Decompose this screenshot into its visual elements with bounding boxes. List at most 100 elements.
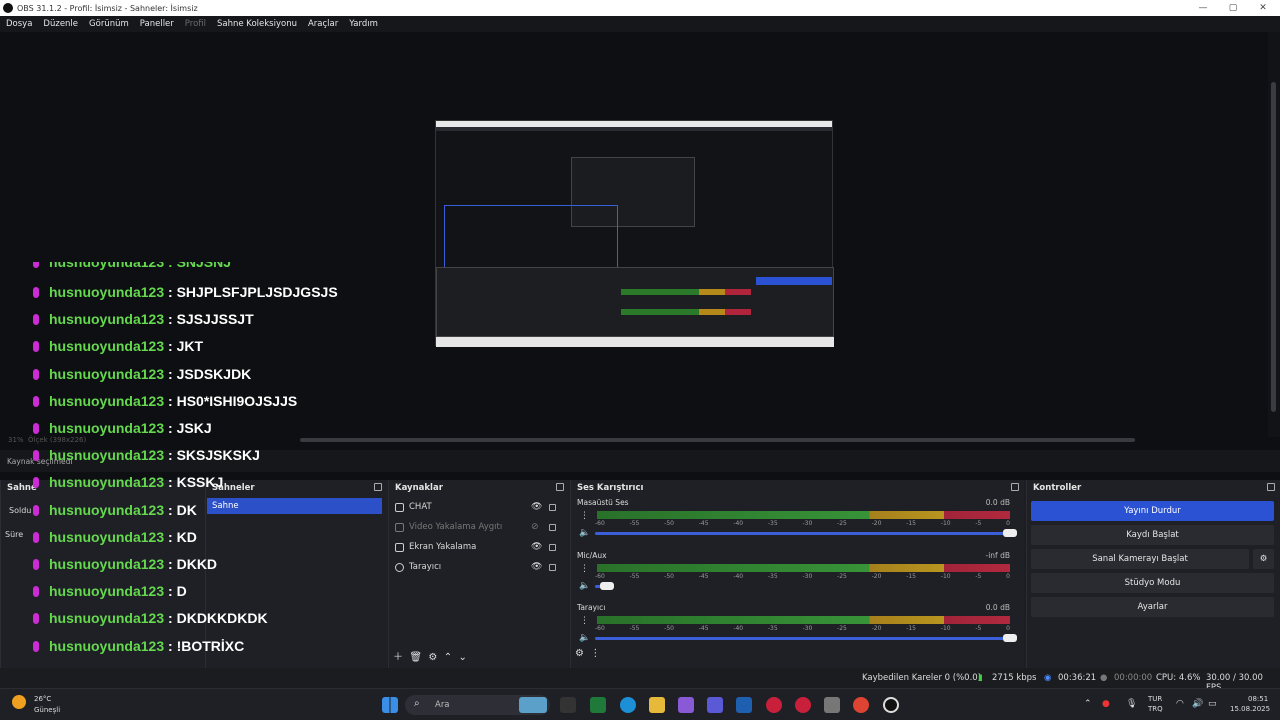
trash-icon[interactable]: 🗑 <box>409 652 422 663</box>
lock-icon[interactable] <box>549 504 556 511</box>
arrow-down-icon[interactable]: ⌄ <box>459 652 467 663</box>
meter-tick: -40 <box>733 625 744 632</box>
menu-paneller[interactable]: Paneller <box>140 19 174 29</box>
mic-icon <box>33 450 39 462</box>
source-item-screen-capture[interactable]: Ekran Yakalama 👁 <box>395 538 565 556</box>
windows-start-icon[interactable] <box>382 697 398 713</box>
menu-sahne-koleksiyonu[interactable]: Sahne Koleksiyonu <box>217 19 297 29</box>
source-item-video-capture[interactable]: Video Yakalama Aygıtı ⊘ <box>395 518 565 536</box>
chat-line: husnuoyunda123 : KD <box>33 529 197 549</box>
menu-dosya[interactable]: Dosya <box>6 19 32 29</box>
speaker-icon[interactable]: 🔈 <box>579 581 590 591</box>
more-icon[interactable]: ⋮ <box>580 616 589 626</box>
stop-streaming-button[interactable]: Yayını Durdur <box>1031 501 1274 521</box>
arrow-up-icon[interactable]: ⌃ <box>444 652 452 663</box>
advanced-audio-icon[interactable]: ⚙ <box>575 648 584 659</box>
undock-icon[interactable] <box>1011 483 1019 491</box>
preview-canvas[interactable] <box>435 120 834 347</box>
speaker-icon[interactable]: 🔈 <box>579 528 590 538</box>
preview-vertical-scrollbar[interactable] <box>1268 32 1280 437</box>
meter-tick: -55 <box>629 573 640 580</box>
app-icon[interactable] <box>824 697 840 713</box>
volume-slider-handle[interactable] <box>600 582 614 590</box>
settings-button[interactable]: Ayarlar <box>1031 597 1274 617</box>
copilot-icon[interactable] <box>678 697 694 713</box>
menu-araclar[interactable]: Araçlar <box>308 19 338 29</box>
teams-icon[interactable] <box>707 697 723 713</box>
menu-profil[interactable]: Profil <box>185 19 206 29</box>
eye-icon[interactable]: 👁 <box>531 502 542 512</box>
lock-icon[interactable] <box>549 524 556 531</box>
mic-tray-icon[interactable]: 🎙 <box>1126 699 1137 709</box>
menu-bar: Dosya Düzenle Görünüm Paneller Profil Sa… <box>0 16 1280 32</box>
dropped-frames: Kaybedilen Kareler 0 (%0.0) <box>862 673 982 683</box>
start-recording-button[interactable]: Kaydı Başlat <box>1031 525 1274 545</box>
volume-slider-handle[interactable] <box>1003 529 1017 537</box>
scrollbar-thumb[interactable] <box>1271 82 1276 412</box>
minimize-button[interactable]: — <box>1188 0 1218 16</box>
tray-app-icon[interactable]: ● <box>1102 699 1110 709</box>
store-icon[interactable] <box>736 697 752 713</box>
clock-time[interactable]: 08:51 <box>1248 695 1268 703</box>
weather-desc[interactable]: Güneşli <box>34 706 60 714</box>
lock-icon[interactable] <box>549 564 556 571</box>
close-button[interactable]: ✕ <box>1248 0 1278 16</box>
gear-icon[interactable]: ⚙ <box>428 652 437 663</box>
app-icon[interactable] <box>795 697 811 713</box>
eye-hidden-icon[interactable]: ⊘ <box>531 522 539 532</box>
meter-tick: -60 <box>595 520 605 527</box>
battery-icon[interactable]: ▭ <box>1208 699 1217 709</box>
start-virtual-camera-button[interactable]: Sanal Kamerayı Başlat <box>1031 549 1249 569</box>
maximize-button[interactable]: ▢ <box>1218 0 1248 16</box>
language-secondary[interactable]: TRQ <box>1148 705 1163 713</box>
chat-message: SJSJJSSJT <box>176 311 254 328</box>
chat-line: husnuoyunda123 : !BOTRİXC <box>33 638 244 658</box>
app-icon[interactable] <box>766 697 782 713</box>
lock-icon[interactable] <box>549 544 556 551</box>
undock-icon[interactable] <box>374 483 382 491</box>
menu-duzenle[interactable]: Düzenle <box>43 19 78 29</box>
undock-icon[interactable] <box>556 483 564 491</box>
volume-icon[interactable]: 🔊 <box>1192 699 1203 709</box>
widget-icon[interactable] <box>519 697 547 713</box>
obs-icon[interactable] <box>883 697 899 713</box>
edge-icon[interactable] <box>620 697 636 713</box>
studio-mode-button[interactable]: Stüdyo Modu <box>1031 573 1274 593</box>
scrollbar-thumb[interactable] <box>300 438 1135 442</box>
weather-temp[interactable]: 26°C <box>34 695 51 703</box>
virtual-camera-settings-icon[interactable]: ⚙ <box>1253 549 1274 569</box>
channel-name: Tarayıcı <box>577 603 606 612</box>
weather-sun-icon[interactable] <box>12 695 26 709</box>
nested-meter <box>621 289 751 295</box>
menu-yardim[interactable]: Yardım <box>349 19 378 29</box>
xbox-icon[interactable] <box>590 697 606 713</box>
volume-slider[interactable] <box>595 532 1010 535</box>
more-icon[interactable]: ⋮ <box>590 648 600 659</box>
chat-username: husnuoyunda123 <box>49 365 165 382</box>
scene-item-selected[interactable]: Sahne <box>207 498 382 514</box>
eye-icon[interactable]: 👁 <box>531 542 542 552</box>
add-icon[interactable]: ＋ <box>393 652 403 663</box>
source-item-browser[interactable]: Tarayıcı 👁 <box>395 558 565 576</box>
folder-icon[interactable] <box>649 697 665 713</box>
chat-line: husnuoyunda123 : JSKJ <box>33 420 212 440</box>
meter-tick: -40 <box>733 520 744 527</box>
volume-slider[interactable] <box>595 637 1010 640</box>
chrome-icon[interactable] <box>853 697 869 713</box>
speaker-icon[interactable]: 🔈 <box>579 633 590 643</box>
undock-icon[interactable] <box>1267 483 1275 491</box>
clock-date[interactable]: 15.08.2025 <box>1230 705 1270 713</box>
chevron-up-icon[interactable]: ⌃ <box>1084 699 1092 709</box>
source-item-chat[interactable]: CHAT 👁 <box>395 498 565 516</box>
chat-message: JSDSKJDK <box>176 365 252 382</box>
menu-gorunum[interactable]: Görünüm <box>89 19 129 29</box>
task-view-icon[interactable] <box>560 697 576 713</box>
wifi-icon[interactable]: ◠ <box>1176 699 1184 709</box>
chat-line: husnuoyunda123 : DKDKKDKDK <box>33 610 268 630</box>
record-time: 00:00:00 <box>1114 673 1153 683</box>
more-icon[interactable]: ⋮ <box>580 511 589 521</box>
language-primary[interactable]: TUR <box>1148 695 1162 703</box>
more-icon[interactable]: ⋮ <box>580 564 589 574</box>
volume-slider-handle[interactable] <box>1003 634 1017 642</box>
eye-icon[interactable]: 👁 <box>531 562 542 572</box>
